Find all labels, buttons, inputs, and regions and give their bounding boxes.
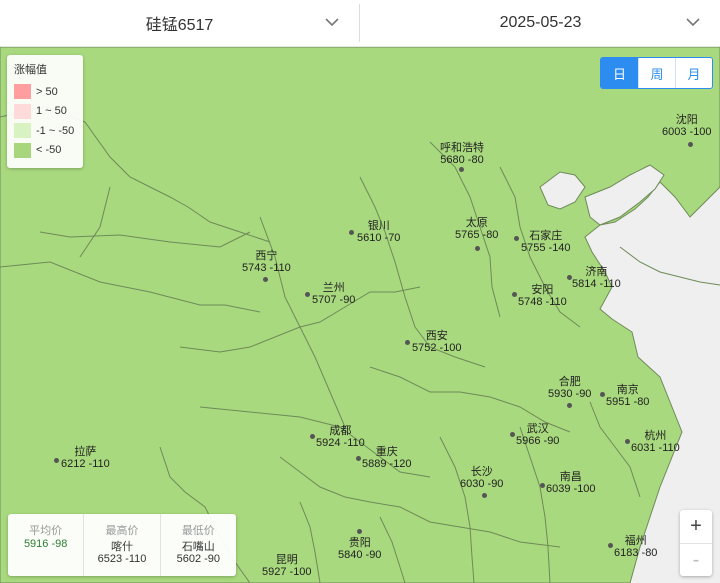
stat-min: 最低价 石嘴山 5602 -90 xyxy=(159,514,236,576)
tab-week[interactable]: 周 xyxy=(638,58,675,88)
stat-average-label: 平均价 xyxy=(29,525,63,537)
city-label[interactable]: 武汉 5966 -90 xyxy=(516,423,559,447)
city-label[interactable]: 昆明 5927 -100 xyxy=(262,554,312,578)
land-region xyxy=(0,47,720,583)
stat-max-label: 最高价 xyxy=(105,525,139,537)
date-selector[interactable]: 2025-05-23 xyxy=(361,0,720,46)
legend-panel: 涨幅值 > 50 1 ~ 50 -1 ~ -50 < -50 xyxy=(7,55,83,168)
city-label[interactable]: 兰州 5707 -90 xyxy=(312,282,355,306)
city-label[interactable]: 济南 5814 -110 xyxy=(572,266,621,290)
city-label[interactable]: 安阳 5748 -110 xyxy=(518,284,567,308)
city-label[interactable]: 呼和浩特 5680 -80 xyxy=(440,142,484,166)
city-label[interactable]: 重庆 5889 -120 xyxy=(362,446,412,470)
tab-day[interactable]: 日 xyxy=(601,58,638,88)
stat-min-city: 石嘴山 xyxy=(181,541,215,553)
legend-title: 涨幅值 xyxy=(14,64,47,76)
stat-min-value: 5602 -90 xyxy=(176,553,221,565)
product-selector[interactable]: 硅锰6517 xyxy=(0,0,359,46)
city-label[interactable]: 长沙 6030 -90 xyxy=(460,466,503,490)
top-selector-bar: 硅锰6517 2025-05-23 xyxy=(0,0,720,47)
zoom-control: + - xyxy=(680,510,712,576)
legend-label: -1 ~ -50 xyxy=(36,124,75,137)
city-label[interactable]: 合肥 5930 -90 xyxy=(548,376,591,400)
city-label[interactable]: 银川 5610 -70 xyxy=(357,220,400,244)
city-label[interactable]: 西安 5752 -100 xyxy=(412,330,462,354)
city-label[interactable]: 石家庄 5755 -140 xyxy=(521,230,571,254)
city-dot[interactable] xyxy=(263,277,268,282)
city-label[interactable]: 太原 5765 -80 xyxy=(455,217,498,241)
chevron-down-icon xyxy=(325,18,339,27)
city-label[interactable]: 福州 6183 -80 xyxy=(614,535,657,559)
stat-average-value: 5916 -98 xyxy=(23,538,68,550)
city-dot[interactable] xyxy=(310,434,315,439)
stat-average: 平均价 5916 -98 xyxy=(8,514,83,576)
legend-swatch xyxy=(14,84,31,100)
city-dot[interactable] xyxy=(600,392,605,397)
city-label[interactable]: 杭州 6031 -110 xyxy=(631,430,680,454)
legend-label: 1 ~ 50 xyxy=(36,105,67,118)
legend-item[interactable]: > 50 xyxy=(14,82,76,102)
zoom-in-button[interactable]: + xyxy=(680,510,712,543)
legend-swatch xyxy=(14,103,31,119)
city-label[interactable]: 南京 5951 -80 xyxy=(606,384,649,408)
legend-item[interactable]: < -50 xyxy=(14,141,76,161)
city-dot[interactable] xyxy=(349,230,354,235)
legend-swatch xyxy=(14,142,31,158)
chevron-down-icon xyxy=(686,18,700,27)
city-dot[interactable] xyxy=(514,236,519,241)
city-label[interactable]: 西宁 5743 -110 xyxy=(242,250,291,274)
stat-max-value: 6523 -110 xyxy=(97,553,147,565)
city-dot[interactable] xyxy=(567,403,572,408)
stat-min-label: 最低价 xyxy=(181,525,215,537)
china-province-map xyxy=(0,47,720,583)
product-selector-label: 硅锰6517 xyxy=(145,17,214,34)
city-dot[interactable] xyxy=(459,167,464,172)
tab-month[interactable]: 月 xyxy=(675,58,712,88)
period-toggle: 日 周 月 xyxy=(600,57,713,89)
city-dot[interactable] xyxy=(475,246,480,251)
city-label[interactable]: 沈阳 6003 -100 xyxy=(662,114,712,138)
legend-swatch xyxy=(14,123,31,139)
city-dot[interactable] xyxy=(540,483,545,488)
city-dot[interactable] xyxy=(512,292,517,297)
selector-divider xyxy=(359,4,360,42)
city-dot[interactable] xyxy=(688,142,693,147)
city-dot[interactable] xyxy=(608,543,613,548)
city-dot[interactable] xyxy=(567,275,572,280)
city-label[interactable]: 南昌 6039 -100 xyxy=(546,471,596,495)
price-map[interactable]: 沈阳 6003 -100 呼和浩特 5680 -80 银川 5610 -70 太原 57… xyxy=(0,47,720,583)
legend-label: > 50 xyxy=(36,85,58,98)
city-dot[interactable] xyxy=(482,493,487,498)
city-dot[interactable] xyxy=(510,432,515,437)
city-dot[interactable] xyxy=(405,340,410,345)
city-dot[interactable] xyxy=(357,529,362,534)
city-label[interactable]: 拉萨 6212 -110 xyxy=(61,446,110,470)
zoom-out-button[interactable]: - xyxy=(680,543,712,576)
city-dot[interactable] xyxy=(305,292,310,297)
city-dot[interactable] xyxy=(625,439,630,444)
city-label[interactable]: 贵阳 5840 -90 xyxy=(338,537,381,561)
city-dot[interactable] xyxy=(356,456,361,461)
legend-label: < -50 xyxy=(36,144,62,157)
city-dot[interactable] xyxy=(54,458,59,463)
stat-max: 最高价 喀什 6523 -110 xyxy=(83,514,159,576)
legend-item[interactable]: -1 ~ -50 xyxy=(14,121,76,141)
stat-max-city: 喀什 xyxy=(110,541,133,553)
legend-item[interactable]: 1 ~ 50 xyxy=(14,102,76,122)
date-selector-label: 2025-05-23 xyxy=(499,14,582,31)
city-label[interactable]: 成都 5924 -110 xyxy=(316,425,365,449)
price-stats-panel: 平均价 5916 -98 最高价 喀什 6523 -110 最低价 石嘴山 56… xyxy=(8,514,236,576)
